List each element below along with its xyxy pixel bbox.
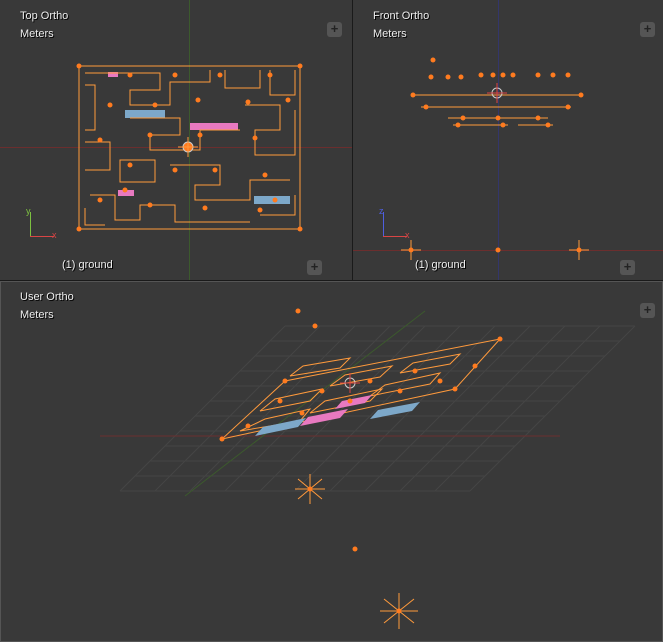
scene-user [0, 281, 663, 642]
plus-icon[interactable]: + [327, 22, 342, 37]
units-label: Meters [20, 309, 54, 321]
cursor-3d [487, 83, 507, 103]
units-label: Meters [20, 28, 54, 40]
plus-icon[interactable]: + [640, 22, 655, 37]
view-label: User Ortho [20, 291, 74, 303]
viewport-top[interactable]: y x Top Ortho Meters (1) ground + + [0, 0, 352, 280]
axis-gizmo: z x [375, 208, 411, 244]
axis-label-x: x [52, 230, 57, 240]
object-label: (1) ground [415, 259, 466, 271]
plus-icon[interactable]: + [640, 303, 655, 318]
cursor-3d [178, 137, 198, 157]
viewport-user[interactable]: User Ortho Meters + [0, 281, 663, 642]
axis-label-x: x [405, 230, 410, 240]
object-label: (1) ground [62, 259, 113, 271]
units-label: Meters [373, 28, 407, 40]
view-label: Top Ortho [20, 10, 68, 22]
axis-label-z: z [379, 206, 384, 216]
view-label: Front Ortho [373, 10, 429, 22]
viewport-front[interactable]: z x Front Ortho Meters (1) ground + + [353, 0, 663, 280]
plus-icon[interactable]: + [307, 260, 322, 275]
plus-icon[interactable]: + [620, 260, 635, 275]
axis-label-y: y [26, 206, 31, 216]
axis-gizmo: y x [22, 208, 58, 244]
